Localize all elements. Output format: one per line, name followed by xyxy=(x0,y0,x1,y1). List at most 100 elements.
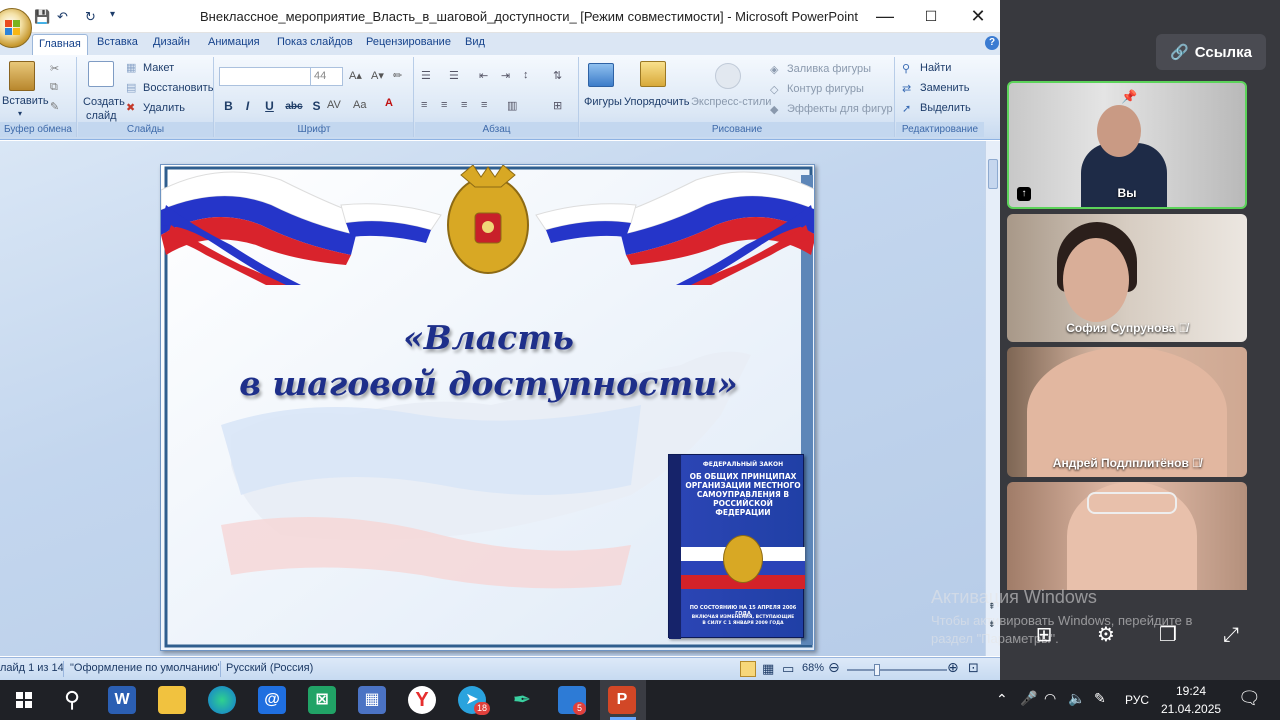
yandex-browser-icon[interactable]: Y xyxy=(408,686,436,714)
delete-button[interactable]: Удалить xyxy=(143,102,185,114)
layout-button[interactable]: Макет xyxy=(143,62,174,74)
save-icon[interactable]: 💾 xyxy=(34,9,50,25)
zoom-slider-thumb[interactable] xyxy=(874,664,880,676)
justify-icon[interactable]: ≡ xyxy=(481,99,487,111)
close-button[interactable]: ✕ xyxy=(955,2,1000,30)
font-name-input[interactable] xyxy=(219,67,311,86)
select-button[interactable]: Выделить xyxy=(920,102,971,114)
normal-view-icon[interactable] xyxy=(740,661,756,677)
tab-slideshow[interactable]: Показ слайдов xyxy=(277,36,353,48)
zoom-slider[interactable] xyxy=(847,664,947,676)
cut-icon[interactable]: ✂ xyxy=(50,62,59,75)
tab-view[interactable]: Вид xyxy=(465,36,485,48)
align-center-icon[interactable]: ≡ xyxy=(441,99,447,111)
new-slide-icon[interactable] xyxy=(88,61,114,87)
shape-outline-button[interactable]: Контур фигуры xyxy=(787,83,864,95)
increase-indent-icon[interactable]: ⇥ xyxy=(501,69,510,82)
replace-button[interactable]: Заменить xyxy=(920,82,969,94)
settings-icon[interactable]: ⚙ xyxy=(1093,622,1119,648)
layout-grid-icon[interactable]: ⊞ xyxy=(1031,622,1057,648)
paste-dropdown-icon[interactable]: ▾ xyxy=(18,109,22,118)
new-slide-label-2[interactable]: слайд xyxy=(86,110,117,122)
tab-review[interactable]: Рецензирование xyxy=(366,36,451,48)
file-explorer-icon[interactable] xyxy=(158,686,186,714)
show-hidden-icons[interactable]: ⌃ xyxy=(996,691,1008,708)
arrange-icon[interactable] xyxy=(640,61,666,87)
undo-icon[interactable]: ↶ xyxy=(57,9,68,25)
slide-canvas[interactable]: «Власть в шаговой доступности» ФЕДЕРАЛЬН… xyxy=(160,164,815,651)
fullscreen-icon[interactable]: ⤢ xyxy=(1218,622,1244,648)
shapes-icon[interactable] xyxy=(588,63,614,87)
input-language[interactable]: РУС xyxy=(1125,693,1149,707)
slideshow-view-icon[interactable]: ▭ xyxy=(782,661,794,677)
zoom-out-icon[interactable]: ⊖ xyxy=(828,659,840,676)
clock-date[interactable]: 21.04.2025 xyxy=(1161,702,1221,716)
notifications-icon[interactable]: 🗨 xyxy=(1238,688,1261,709)
columns-icon[interactable]: ▥ xyxy=(507,99,517,112)
wifi-icon[interactable]: ◠ xyxy=(1044,690,1056,707)
align-right-icon[interactable]: ≡ xyxy=(461,99,467,111)
customize-quickaccess-icon[interactable]: ▾ xyxy=(110,9,115,20)
font-color-icon[interactable]: A xyxy=(385,97,393,109)
grow-font-icon[interactable]: A▴ xyxy=(349,69,362,82)
numbering-icon[interactable]: ☰ xyxy=(449,69,459,82)
bullets-icon[interactable]: ☰ xyxy=(421,69,431,82)
strikethrough-button[interactable]: abc xyxy=(283,98,305,115)
new-slide-label[interactable]: Создать xyxy=(83,96,125,108)
start-button[interactable] xyxy=(10,686,38,714)
law-book-image[interactable]: ФЕДЕРАЛЬНЫЙ ЗАКОН ОБ ОБЩИХ ПРИНЦИПАХ ОРГ… xyxy=(668,454,805,639)
calculator-icon[interactable]: ▦ xyxy=(358,686,386,714)
microphone-icon[interactable]: 🎤 xyxy=(1020,690,1037,707)
pen-app-icon[interactable]: ✒ xyxy=(508,686,536,714)
pin-icon[interactable]: 📌 xyxy=(1121,89,1137,105)
participant-tile[interactable] xyxy=(1007,482,1247,590)
tab-design[interactable]: Дизайн xyxy=(153,36,190,48)
paste-button[interactable]: Вставить xyxy=(2,95,49,107)
char-spacing-icon[interactable]: AV xyxy=(327,99,341,111)
line-spacing-icon[interactable]: ↕ xyxy=(523,69,529,81)
underline-button[interactable]: U xyxy=(261,98,278,115)
tab-insert[interactable]: Вставка xyxy=(97,36,138,48)
edge-browser-icon[interactable] xyxy=(208,686,236,714)
minimize-button[interactable]: — xyxy=(862,2,908,30)
shrink-font-icon[interactable]: A▾ xyxy=(371,69,384,82)
participant-tile[interactable]: София Супрунова 🎙̸ xyxy=(1007,214,1247,342)
format-painter-icon[interactable]: ✎ xyxy=(50,100,59,113)
copy-link-button[interactable]: 🔗 Ссылка xyxy=(1156,34,1266,70)
tab-home[interactable]: Главная xyxy=(32,34,88,55)
search-icon[interactable]: ⚲ xyxy=(58,686,86,714)
decrease-indent-icon[interactable]: ⇤ xyxy=(479,69,488,82)
bold-button[interactable]: B xyxy=(220,98,237,115)
font-size-input[interactable]: 44 xyxy=(310,67,343,86)
participant-tile-self[interactable]: 📌 ↑ Вы xyxy=(1007,81,1247,209)
maximize-button[interactable]: ☐ xyxy=(908,2,954,30)
clock-time[interactable]: 19:24 xyxy=(1176,684,1206,698)
quick-styles-button[interactable]: Экспресс-стили xyxy=(691,96,771,108)
powerpoint-app-icon[interactable]: P xyxy=(608,686,636,714)
shape-effects-button[interactable]: Эффекты для фигур xyxy=(787,103,893,115)
zoom-in-icon[interactable]: ⊕ xyxy=(947,659,959,676)
sorter-view-icon[interactable]: ▦ xyxy=(762,661,774,677)
copy-icon[interactable]: ⧉ xyxy=(50,81,58,94)
excel-app-icon[interactable]: ⊠ xyxy=(308,686,336,714)
find-button[interactable]: Найти xyxy=(920,62,951,74)
theme-name[interactable]: "Оформление по умолчанию" xyxy=(70,662,222,674)
slide-title[interactable]: «Власть в шаговой доступности» xyxy=(161,315,814,407)
email-app-icon[interactable]: @ xyxy=(258,686,286,714)
fit-to-window-icon[interactable]: ⊡ xyxy=(968,660,979,676)
redo-icon[interactable]: ↻ xyxy=(85,9,96,25)
align-left-icon[interactable]: ≡ xyxy=(421,99,427,111)
shape-fill-button[interactable]: Заливка фигуры xyxy=(787,63,871,75)
scrollbar-thumb[interactable] xyxy=(988,159,998,189)
change-case-icon[interactable]: Aa xyxy=(353,99,366,111)
clear-format-icon[interactable]: ✏ xyxy=(393,69,402,82)
vertical-scrollbar[interactable]: ⇞ ⇟ xyxy=(985,141,1000,656)
word-app-icon[interactable]: W xyxy=(108,686,136,714)
italic-button[interactable]: I xyxy=(239,98,256,115)
smartart-icon[interactable]: ⊞ xyxy=(553,99,562,112)
shadow-button[interactable]: S xyxy=(308,98,325,115)
arrange-button[interactable]: Упорядочить xyxy=(624,96,689,108)
zoom-level[interactable]: 68% xyxy=(802,662,824,674)
language-status[interactable]: Русский (Россия) xyxy=(226,662,313,674)
reset-button[interactable]: Восстановить xyxy=(143,82,213,94)
